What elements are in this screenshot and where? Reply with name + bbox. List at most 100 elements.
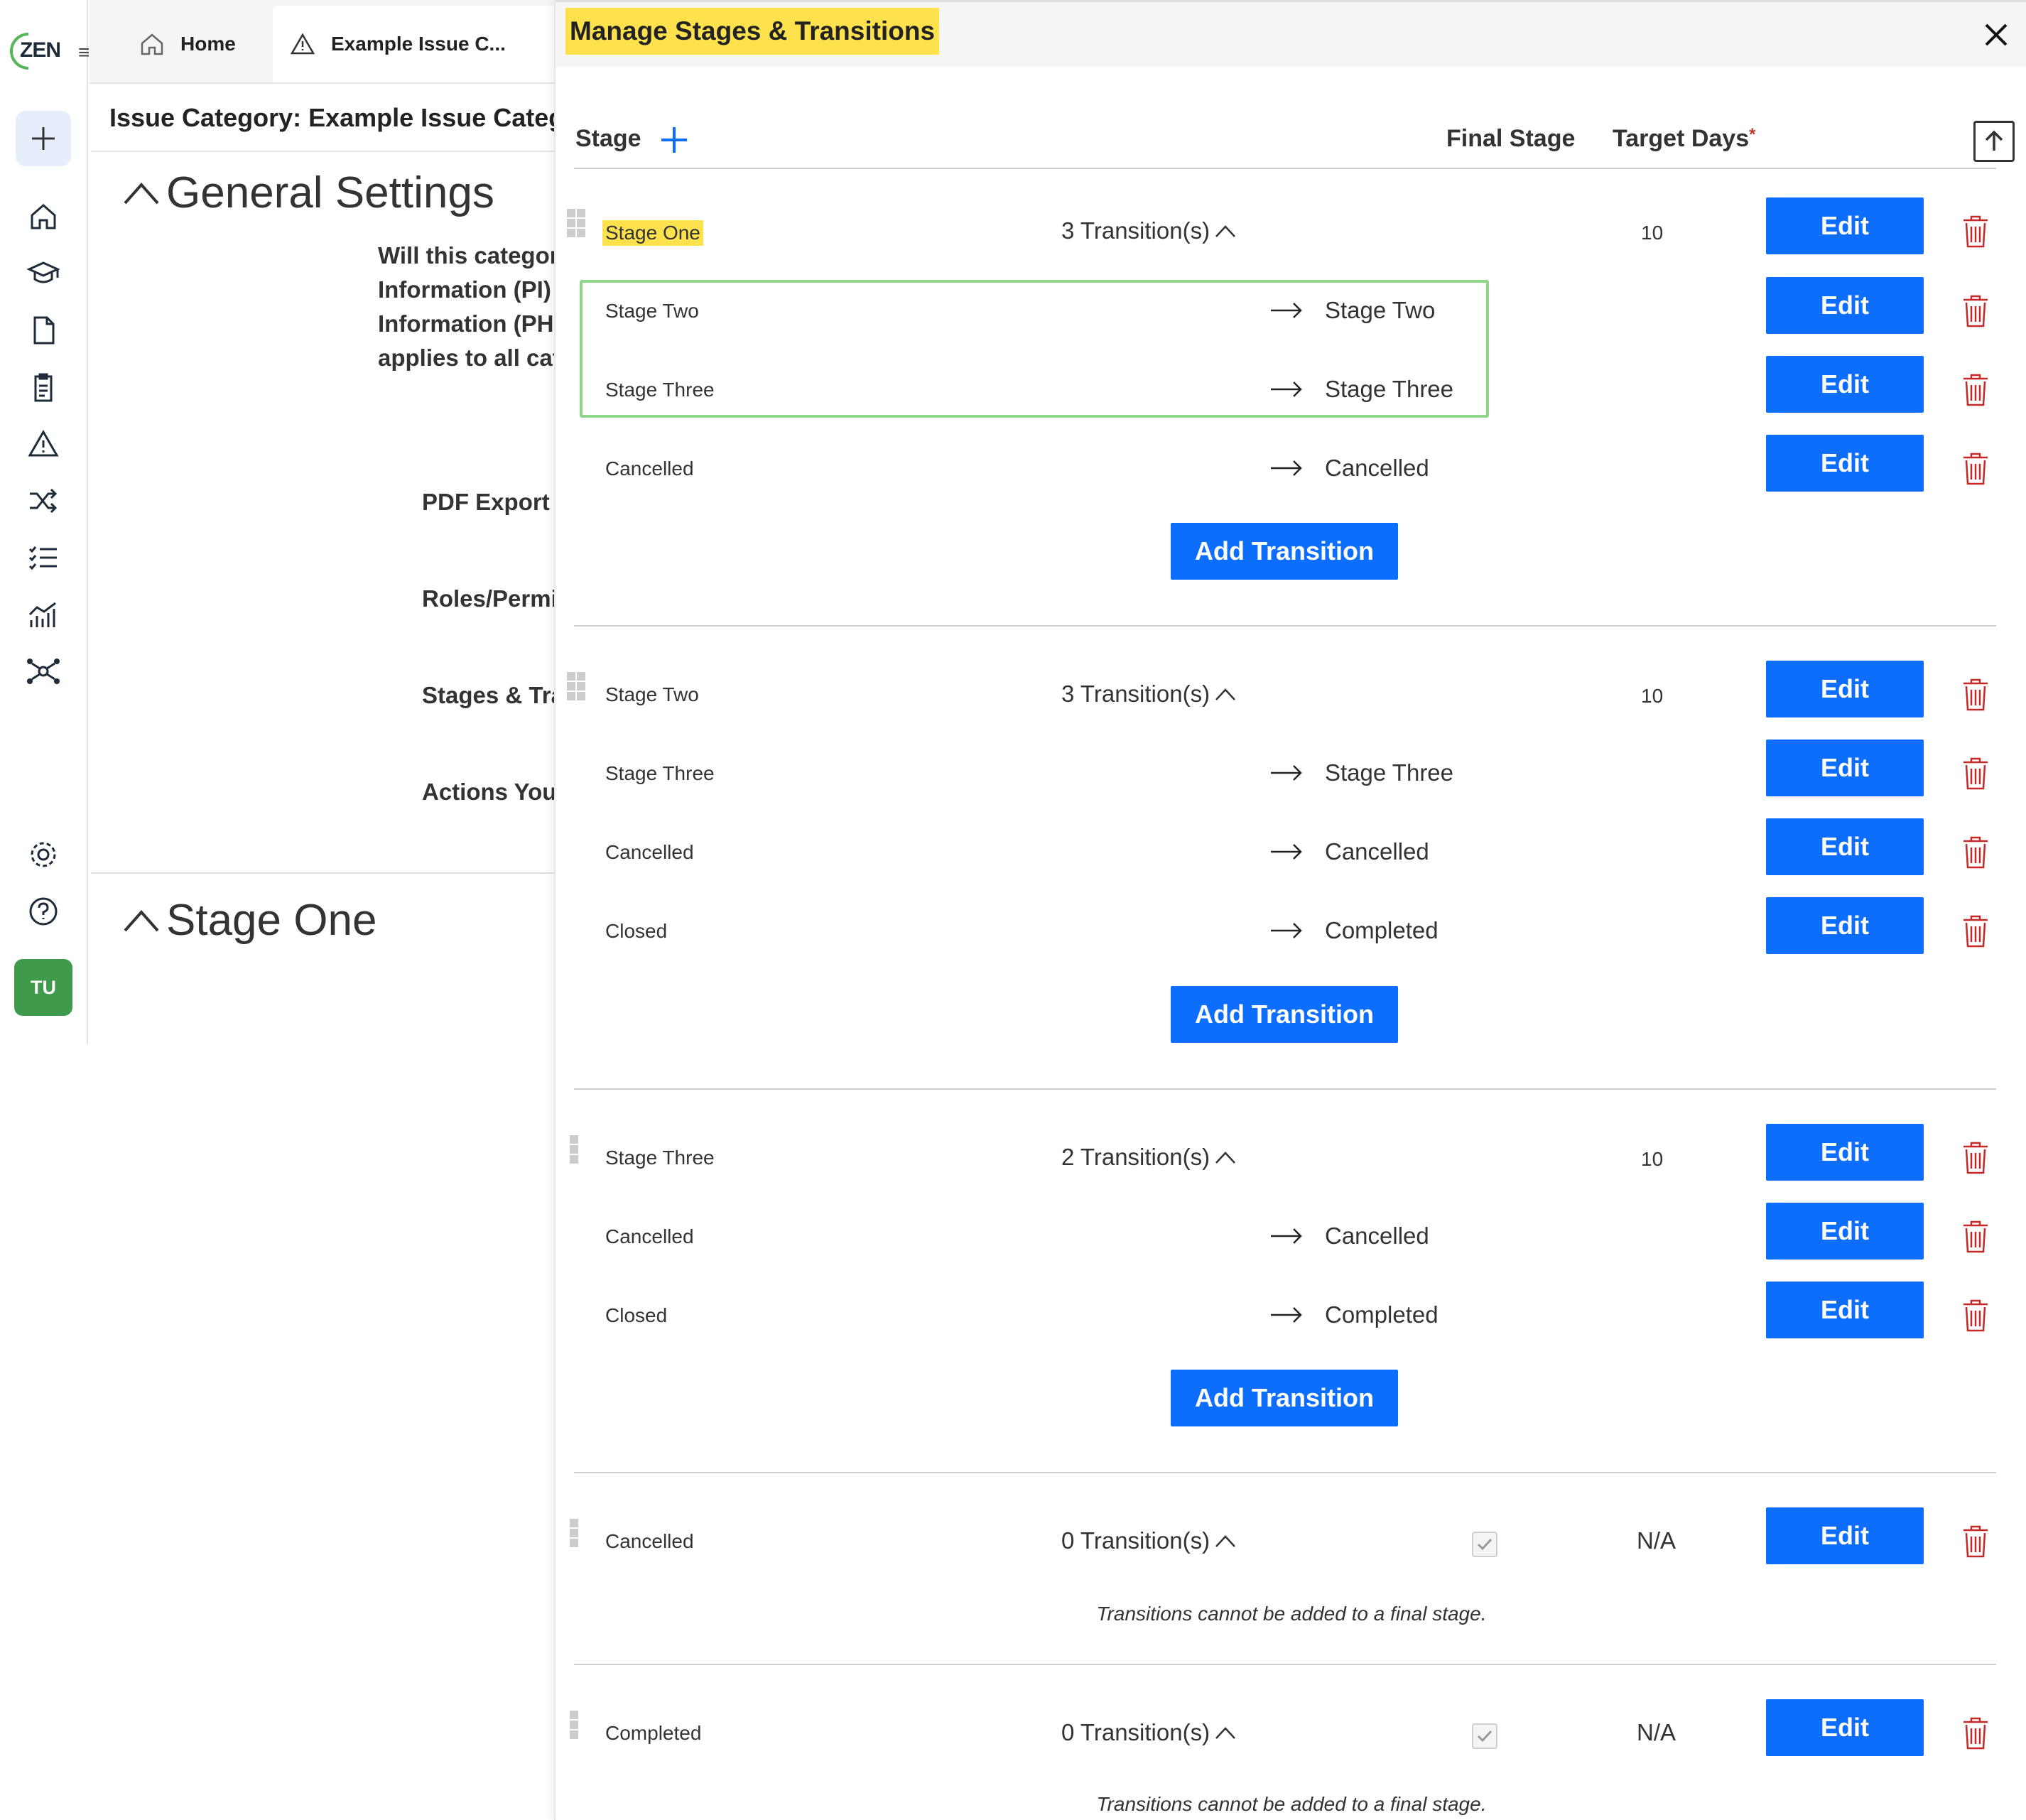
general-settings-text: Will this category Information (PI) Info… <box>378 239 554 375</box>
transitions-count: 3 Transition(s) <box>1061 217 1210 244</box>
stage-divider <box>574 625 1996 627</box>
arrow-right-icon <box>1269 1304 1304 1326</box>
create-button[interactable] <box>16 111 71 166</box>
edit-transition-button[interactable]: Edit <box>1766 740 1924 796</box>
required-mark: * <box>1749 125 1756 144</box>
menu-icon[interactable]: ≡ <box>78 41 90 64</box>
edit-stage-button[interactable]: Edit <box>1766 1124 1924 1181</box>
target-stage-name: Stage Three <box>1325 759 1454 786</box>
network-icon[interactable] <box>24 652 63 690</box>
general-settings-toggle[interactable]: General Settings <box>122 168 494 218</box>
tab-bar: Home Example Issue C... × <box>90 0 642 84</box>
transition-name: Closed <box>605 920 668 942</box>
transition-target: Cancelled <box>1269 455 1429 482</box>
add-stage-button[interactable] <box>656 122 692 158</box>
edit-transition-button[interactable]: Edit <box>1766 435 1924 492</box>
section-title: General Settings <box>166 168 494 217</box>
trash-icon[interactable] <box>1958 1522 1993 1561</box>
add-transition-button[interactable]: Add Transition <box>1171 986 1398 1043</box>
arrow-right-icon <box>1269 1225 1304 1247</box>
transitions-toggle[interactable]: 0 Transition(s) <box>1061 1527 1237 1554</box>
trash-icon[interactable] <box>1958 370 1993 410</box>
final-stage-checkbox[interactable] <box>1472 1723 1497 1749</box>
drag-handle-icon[interactable] <box>570 1519 581 1547</box>
edit-stage-button[interactable]: Edit <box>1766 661 1924 717</box>
edit-transition-button[interactable]: Edit <box>1766 356 1924 413</box>
trash-icon[interactable] <box>1958 449 1993 489</box>
transitions-toggle[interactable]: 3 Transition(s) <box>1061 217 1237 244</box>
target-days-column-header: Target Days* <box>1613 125 1755 153</box>
drag-handle-icon[interactable] <box>570 1135 581 1164</box>
trash-icon[interactable] <box>1958 754 1993 793</box>
stage-divider <box>574 1088 1996 1090</box>
chevron-up-icon <box>1214 1532 1237 1549</box>
trash-icon[interactable] <box>1958 212 1993 251</box>
transition-name: Stage Three <box>605 762 715 784</box>
warning-icon[interactable] <box>24 425 63 463</box>
chevron-up-icon <box>1214 686 1237 703</box>
app-logo[interactable]: ZEN <box>7 30 61 72</box>
plus-icon <box>661 127 687 153</box>
trash-icon[interactable] <box>1958 675 1993 715</box>
arrow-right-icon <box>1269 379 1304 400</box>
trash-icon[interactable] <box>1958 1217 1993 1257</box>
close-icon[interactable] <box>1979 18 2013 52</box>
add-transition-button[interactable]: Add Transition <box>1171 1370 1398 1426</box>
target-stage-name: Stage Two <box>1325 297 1436 323</box>
final-stage-column-header: Final Stage <box>1446 125 1576 152</box>
tab-label: Home <box>180 33 236 55</box>
final-stage-note: Transitions cannot be added to a final s… <box>1096 1603 1487 1625</box>
target-stage-name: Cancelled <box>1325 1223 1429 1249</box>
edit-stage-button[interactable]: Edit <box>1766 1699 1924 1756</box>
checklist-icon[interactable] <box>24 538 63 577</box>
chevron-up-icon <box>1214 222 1237 239</box>
trash-icon[interactable] <box>1958 1138 1993 1178</box>
transition-target: Completed <box>1269 1301 1439 1328</box>
transitions-toggle[interactable]: 2 Transition(s) <box>1061 1144 1237 1171</box>
arrow-right-icon <box>1269 300 1304 321</box>
document-icon[interactable] <box>24 311 63 350</box>
chevron-up-icon <box>122 906 161 935</box>
logo-text: ZEN <box>20 38 61 62</box>
target-days-value: 10 <box>1641 222 1664 244</box>
edit-transition-button[interactable]: Edit <box>1766 1203 1924 1260</box>
transitions-toggle[interactable]: 0 Transition(s) <box>1061 1719 1237 1746</box>
edit-stage-button[interactable]: Edit <box>1766 197 1924 254</box>
trash-icon[interactable] <box>1958 1296 1993 1336</box>
trash-icon[interactable] <box>1958 1713 1993 1753</box>
edit-transition-button[interactable]: Edit <box>1766 897 1924 954</box>
text-line: Information (PI) <box>378 276 551 303</box>
help-icon[interactable] <box>24 892 63 931</box>
trash-icon[interactable] <box>1958 291 1993 331</box>
stage-one-toggle[interactable]: Stage One <box>122 895 377 946</box>
trash-icon[interactable] <box>1958 911 1993 951</box>
text-line: Information (PH <box>378 310 554 337</box>
edit-stage-button[interactable]: Edit <box>1766 1507 1924 1564</box>
final-stage-checkbox[interactable] <box>1472 1532 1497 1557</box>
arrow-right-icon <box>1269 457 1304 479</box>
user-avatar[interactable]: TU <box>14 959 72 1016</box>
edit-transition-button[interactable]: Edit <box>1766 818 1924 875</box>
graduation-cap-icon[interactable] <box>24 254 63 293</box>
target-stage-name: Completed <box>1325 1301 1439 1328</box>
stage-divider <box>574 1472 1996 1473</box>
drag-handle-icon[interactable] <box>567 209 587 237</box>
edit-transition-button[interactable]: Edit <box>1766 1282 1924 1338</box>
chart-icon[interactable] <box>24 595 63 634</box>
header-divider <box>574 168 1996 169</box>
transitions-count: 0 Transition(s) <box>1061 1719 1210 1745</box>
chevron-up-icon <box>122 179 161 207</box>
transitions-toggle[interactable]: 3 Transition(s) <box>1061 681 1237 708</box>
gear-icon[interactable] <box>24 835 63 874</box>
trash-icon[interactable] <box>1958 833 1993 872</box>
edit-transition-button[interactable]: Edit <box>1766 277 1924 334</box>
home-icon[interactable] <box>24 197 63 236</box>
upload-icon[interactable] <box>1973 121 2015 162</box>
transition-target: Completed <box>1269 917 1439 944</box>
drag-handle-icon[interactable] <box>567 672 587 700</box>
stage-name: Stage One <box>602 220 703 246</box>
shuffle-icon[interactable] <box>24 482 63 520</box>
drag-handle-icon[interactable] <box>570 1711 581 1739</box>
add-transition-button[interactable]: Add Transition <box>1171 523 1398 580</box>
clipboard-icon[interactable] <box>24 368 63 406</box>
